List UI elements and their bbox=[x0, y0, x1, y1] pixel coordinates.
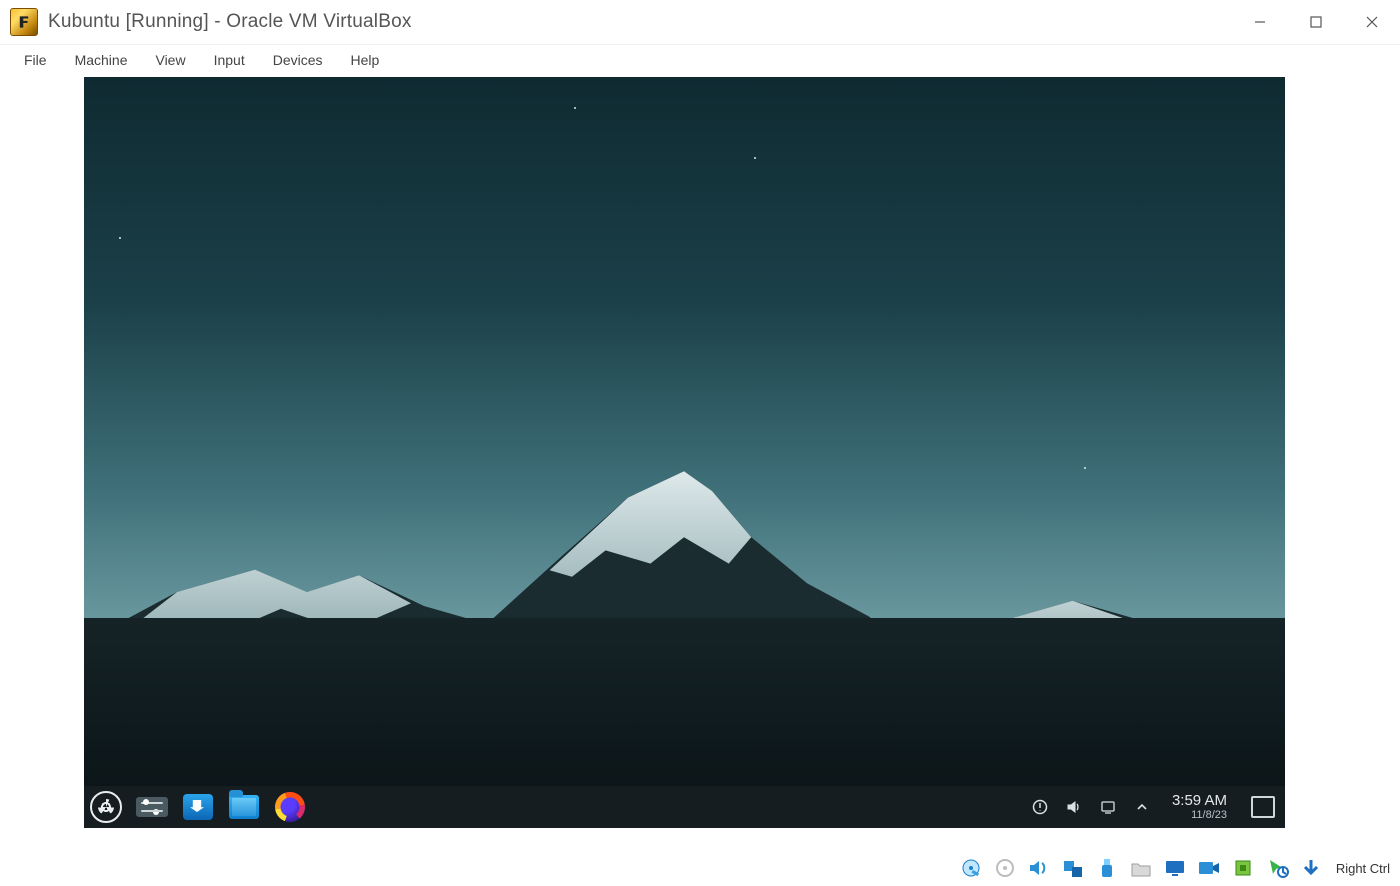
close-button[interactable] bbox=[1344, 0, 1400, 44]
menu-view[interactable]: View bbox=[141, 52, 199, 68]
menu-help[interactable]: Help bbox=[337, 52, 394, 68]
desktop-rect-icon bbox=[1251, 796, 1275, 818]
menu-input[interactable]: Input bbox=[200, 52, 259, 68]
recording-indicator-icon[interactable] bbox=[1194, 855, 1224, 881]
sliders-icon bbox=[136, 797, 168, 817]
star-icon bbox=[1084, 467, 1086, 469]
audio-indicator-icon[interactable] bbox=[1024, 855, 1054, 881]
host-titlebar: Kubuntu [Running] - Oracle VM VirtualBox bbox=[0, 0, 1400, 44]
network-indicator-icon[interactable] bbox=[1058, 855, 1088, 881]
vm-display-wrapper: 3:59 AM 11/8/23 bbox=[0, 74, 1400, 834]
discover-launcher[interactable] bbox=[182, 791, 214, 823]
store-icon bbox=[183, 794, 213, 820]
maximize-button[interactable] bbox=[1288, 0, 1344, 44]
updates-tray-icon[interactable] bbox=[1030, 797, 1050, 817]
kde-taskbar: 3:59 AM 11/8/23 bbox=[84, 786, 1285, 828]
hard-disk-indicator-icon[interactable] bbox=[956, 855, 986, 881]
taskbar-clock[interactable]: 3:59 AM 11/8/23 bbox=[1166, 793, 1233, 821]
system-settings-launcher[interactable] bbox=[136, 791, 168, 823]
clock-date: 11/8/23 bbox=[1172, 810, 1227, 821]
star-icon bbox=[754, 157, 756, 159]
network-tray-icon[interactable] bbox=[1098, 797, 1118, 817]
mouse-integration-icon[interactable] bbox=[1262, 855, 1292, 881]
folder-icon bbox=[229, 795, 259, 819]
guest-screen[interactable]: 3:59 AM 11/8/23 bbox=[84, 77, 1285, 828]
display-indicator-icon[interactable] bbox=[1160, 855, 1190, 881]
host-key-label: Right Ctrl bbox=[1336, 861, 1390, 876]
show-hidden-tray-button[interactable] bbox=[1132, 797, 1152, 817]
cpu-indicator-icon[interactable] bbox=[1228, 855, 1258, 881]
window-title: Kubuntu [Running] - Oracle VM VirtualBox bbox=[48, 11, 412, 33]
star-icon bbox=[119, 237, 121, 239]
firefox-launcher[interactable] bbox=[274, 791, 306, 823]
menu-devices[interactable]: Devices bbox=[259, 52, 337, 68]
application-launcher-button[interactable] bbox=[90, 791, 122, 823]
vb-status-bar: Right Ctrl bbox=[0, 850, 1400, 886]
volume-tray-icon[interactable] bbox=[1064, 797, 1084, 817]
window-controls bbox=[1232, 0, 1400, 44]
firefox-icon bbox=[275, 792, 305, 822]
keyboard-captured-icon[interactable] bbox=[1296, 855, 1326, 881]
menu-file[interactable]: File bbox=[10, 52, 61, 68]
kubuntu-logo-icon bbox=[90, 791, 122, 823]
shared-folder-indicator-icon[interactable] bbox=[1126, 855, 1156, 881]
show-desktop-button[interactable] bbox=[1247, 791, 1279, 823]
menu-machine[interactable]: Machine bbox=[61, 52, 142, 68]
minimize-button[interactable] bbox=[1232, 0, 1288, 44]
host-menubar: File Machine View Input Devices Help bbox=[0, 44, 1400, 76]
star-icon bbox=[574, 107, 576, 109]
clock-time: 3:59 AM bbox=[1172, 793, 1227, 808]
optical-drive-indicator-icon[interactable] bbox=[990, 855, 1020, 881]
usb-indicator-icon[interactable] bbox=[1092, 855, 1122, 881]
file-manager-launcher[interactable] bbox=[228, 791, 260, 823]
virtualbox-logo-icon bbox=[10, 8, 38, 36]
